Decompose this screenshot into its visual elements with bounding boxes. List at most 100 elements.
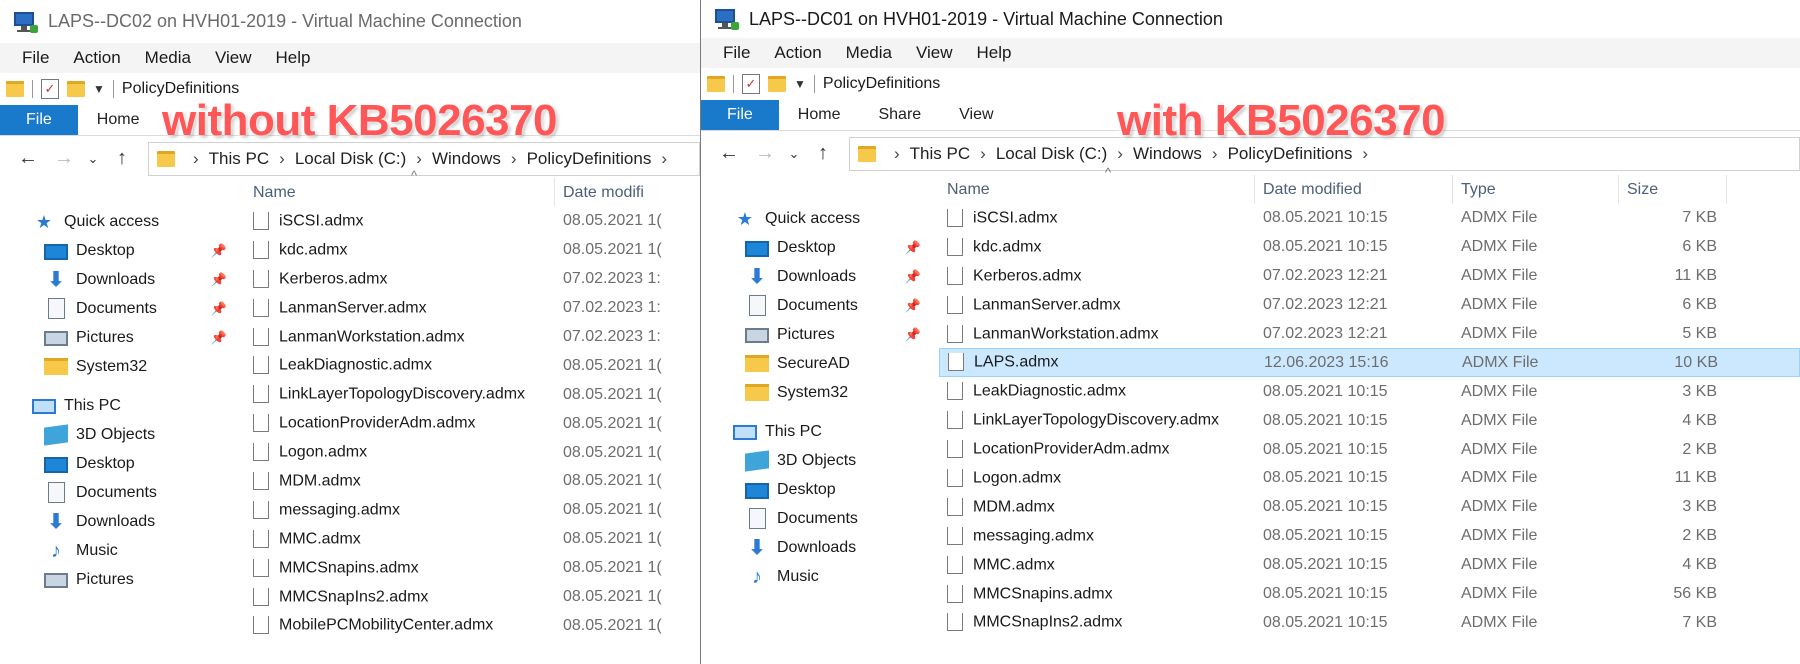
nav-item-this-pc[interactable]: This PC	[701, 417, 939, 446]
nav-item-documents[interactable]: Documents 📌	[0, 294, 245, 323]
file-row[interactable]: LocationProviderAdm.admx 08.05.2021 10:15…	[939, 435, 1800, 464]
file-row[interactable]: LeakDiagnostic.admx 08.05.2021 10:15 ADMX …	[939, 377, 1800, 406]
tab-view[interactable]: View	[940, 100, 1012, 130]
chevron-right-icon[interactable]: ›	[1117, 144, 1123, 164]
breadcrumb-local-disk[interactable]: Local Disk (C:)	[295, 149, 406, 169]
nav-item-quick-access[interactable]: ★ Quick access	[701, 204, 939, 233]
back-arrow-icon[interactable]: ←	[711, 142, 747, 165]
file-row[interactable]: Logon.admx 08.05.2021 1(	[245, 438, 700, 467]
customize-toolbar-icon[interactable]: ▼	[794, 77, 806, 91]
nav-item-documents[interactable]: Documents	[701, 504, 939, 533]
nav-item-securead[interactable]: SecureAD	[701, 349, 939, 378]
column-header-size[interactable]: Size	[1619, 175, 1727, 204]
nav-item-pictures[interactable]: Pictures	[0, 565, 245, 594]
breadcrumb-local-disk[interactable]: Local Disk (C:)	[996, 144, 1107, 164]
file-row[interactable]: LeakDiagnostic.admx 08.05.2021 1(	[245, 351, 700, 380]
file-row[interactable]: LanmanWorkstation.admx 07.02.2023 1:	[245, 323, 700, 352]
menu-help[interactable]: Help	[977, 43, 1012, 63]
file-row[interactable]: LanmanServer.admx 07.02.2023 12:21 ADMX Fi…	[939, 291, 1800, 320]
nav-item-pictures[interactable]: Pictures 📌	[0, 323, 245, 352]
file-row[interactable]: MMCSnapIns2.admx 08.05.2021 1(	[245, 583, 700, 612]
nav-item-pictures[interactable]: Pictures 📌	[701, 320, 939, 349]
file-row[interactable]: iSCSI.admx 08.05.2021 1(	[245, 207, 700, 236]
tab-home[interactable]: Home	[779, 100, 860, 130]
menu-action[interactable]: Action	[73, 48, 120, 68]
menu-view[interactable]: View	[215, 48, 252, 68]
nav-item-downloads[interactable]: ⬇ Downloads	[701, 533, 939, 562]
menu-action[interactable]: Action	[774, 43, 821, 63]
title-bar[interactable]: LAPS--DC01 on HVH01-2019 - Virtual Machi…	[701, 0, 1800, 38]
nav-item-3d-objects[interactable]: 3D Objects	[0, 420, 245, 449]
file-row[interactable]: MobilePCMobilityCenter.admx 08.05.2021 1(	[245, 611, 700, 640]
nav-item-desktop[interactable]: Desktop 📌	[0, 236, 245, 265]
chevron-right-icon[interactable]: ›	[661, 149, 667, 169]
pin-icon[interactable]: 📌	[905, 269, 921, 285]
file-row[interactable]: LAPS.admx 12.06.2023 15:16 ADMX File 10 KB	[939, 348, 1800, 378]
column-header-date[interactable]: Date modifi	[555, 178, 675, 207]
file-row[interactable]: LinkLayerTopologyDiscovery.admx 08.05.202…	[939, 406, 1800, 435]
nav-item-documents[interactable]: Documents 📌	[701, 291, 939, 320]
chevron-right-icon[interactable]: ›	[980, 144, 986, 164]
menu-file[interactable]: File	[22, 48, 49, 68]
chevron-right-icon[interactable]: ›	[1212, 144, 1218, 164]
up-arrow-icon[interactable]: ↑	[104, 147, 140, 170]
chevron-right-icon[interactable]: ›	[1362, 144, 1368, 164]
menu-media[interactable]: Media	[846, 43, 892, 63]
forward-arrow-icon[interactable]: →	[747, 142, 783, 165]
breadcrumb-windows[interactable]: Windows	[432, 149, 501, 169]
up-arrow-icon[interactable]: ↑	[805, 142, 841, 165]
file-row[interactable]: LinkLayerTopologyDiscovery.admx 08.05.202…	[245, 380, 700, 409]
file-row[interactable]: kdc.admx 08.05.2021 1(	[245, 236, 700, 265]
file-row[interactable]: messaging.admx 08.05.2021 1(	[245, 496, 700, 525]
nav-item-documents[interactable]: Documents	[0, 478, 245, 507]
pin-icon[interactable]: 📌	[905, 298, 921, 314]
nav-item-3d-objects[interactable]: 3D Objects	[701, 446, 939, 475]
file-row[interactable]: kdc.admx 08.05.2021 10:15 ADMX File 6 KB	[939, 233, 1800, 262]
forward-arrow-icon[interactable]: →	[46, 147, 82, 170]
file-row[interactable]: LanmanWorkstation.admx 07.02.2023 12:21 AD…	[939, 320, 1800, 349]
menu-view[interactable]: View	[916, 43, 953, 63]
new-folder-icon[interactable]	[67, 81, 85, 97]
menu-media[interactable]: Media	[145, 48, 191, 68]
nav-item-system32[interactable]: System32	[0, 352, 245, 381]
file-row[interactable]: MMCSnapins.admx 08.05.2021 1(	[245, 554, 700, 583]
new-folder-icon[interactable]	[768, 76, 786, 92]
column-header-type[interactable]: Type	[1453, 175, 1619, 204]
nav-item-system32[interactable]: System32	[701, 378, 939, 407]
tab-file[interactable]: File	[0, 105, 78, 135]
breadcrumb-this-pc[interactable]: This PC	[910, 144, 970, 164]
chevron-right-icon[interactable]: ›	[279, 149, 285, 169]
chevron-right-icon[interactable]: ›	[511, 149, 517, 169]
recent-locations-chevron-icon[interactable]: ⌄	[783, 146, 805, 162]
file-row[interactable]: LocationProviderAdm.admx 08.05.2021 1(	[245, 409, 700, 438]
address-bar[interactable]: › This PC › Local Disk (C:) › Windows › …	[148, 141, 700, 176]
nav-item-desktop[interactable]: Desktop 📌	[701, 233, 939, 262]
breadcrumb-this-pc[interactable]: This PC	[209, 149, 269, 169]
file-row[interactable]: MMCSnapins.admx 08.05.2021 10:15 ADMX File…	[939, 580, 1800, 609]
customize-toolbar-icon[interactable]: ▼	[93, 82, 105, 96]
recent-locations-chevron-icon[interactable]: ⌄	[82, 151, 104, 167]
pin-icon[interactable]: 📌	[905, 327, 921, 343]
nav-item-quick-access[interactable]: ★ Quick access	[0, 207, 245, 236]
breadcrumb-policydefinitions[interactable]: PolicyDefinitions	[527, 149, 652, 169]
nav-item-downloads[interactable]: ⬇ Downloads 📌	[701, 262, 939, 291]
menu-file[interactable]: File	[723, 43, 750, 63]
file-row[interactable]: MDM.admx 08.05.2021 1(	[245, 467, 700, 496]
nav-item-music[interactable]: ♪ Music	[0, 536, 245, 565]
nav-item-this-pc[interactable]: This PC	[0, 391, 245, 420]
nav-item-desktop[interactable]: Desktop	[701, 475, 939, 504]
tab-share[interactable]: Share	[859, 100, 940, 130]
chevron-right-icon[interactable]: ›	[416, 149, 422, 169]
column-header-name[interactable]: Name	[245, 178, 555, 207]
pin-icon[interactable]: 📌	[211, 330, 227, 346]
pin-icon[interactable]: 📌	[905, 240, 921, 256]
tab-home[interactable]: Home	[78, 105, 159, 135]
pin-icon[interactable]: 📌	[211, 243, 227, 259]
breadcrumb-policydefinitions[interactable]: PolicyDefinitions	[1228, 144, 1353, 164]
file-row[interactable]: MMC.admx 08.05.2021 1(	[245, 525, 700, 554]
pin-icon[interactable]: 📌	[211, 272, 227, 288]
pin-icon[interactable]: 📌	[211, 301, 227, 317]
title-bar[interactable]: LAPS--DC02 on HVH01-2019 - Virtual Machi…	[0, 0, 700, 43]
back-arrow-icon[interactable]: ←	[10, 147, 46, 170]
properties-icon[interactable]: ✓	[742, 74, 760, 94]
